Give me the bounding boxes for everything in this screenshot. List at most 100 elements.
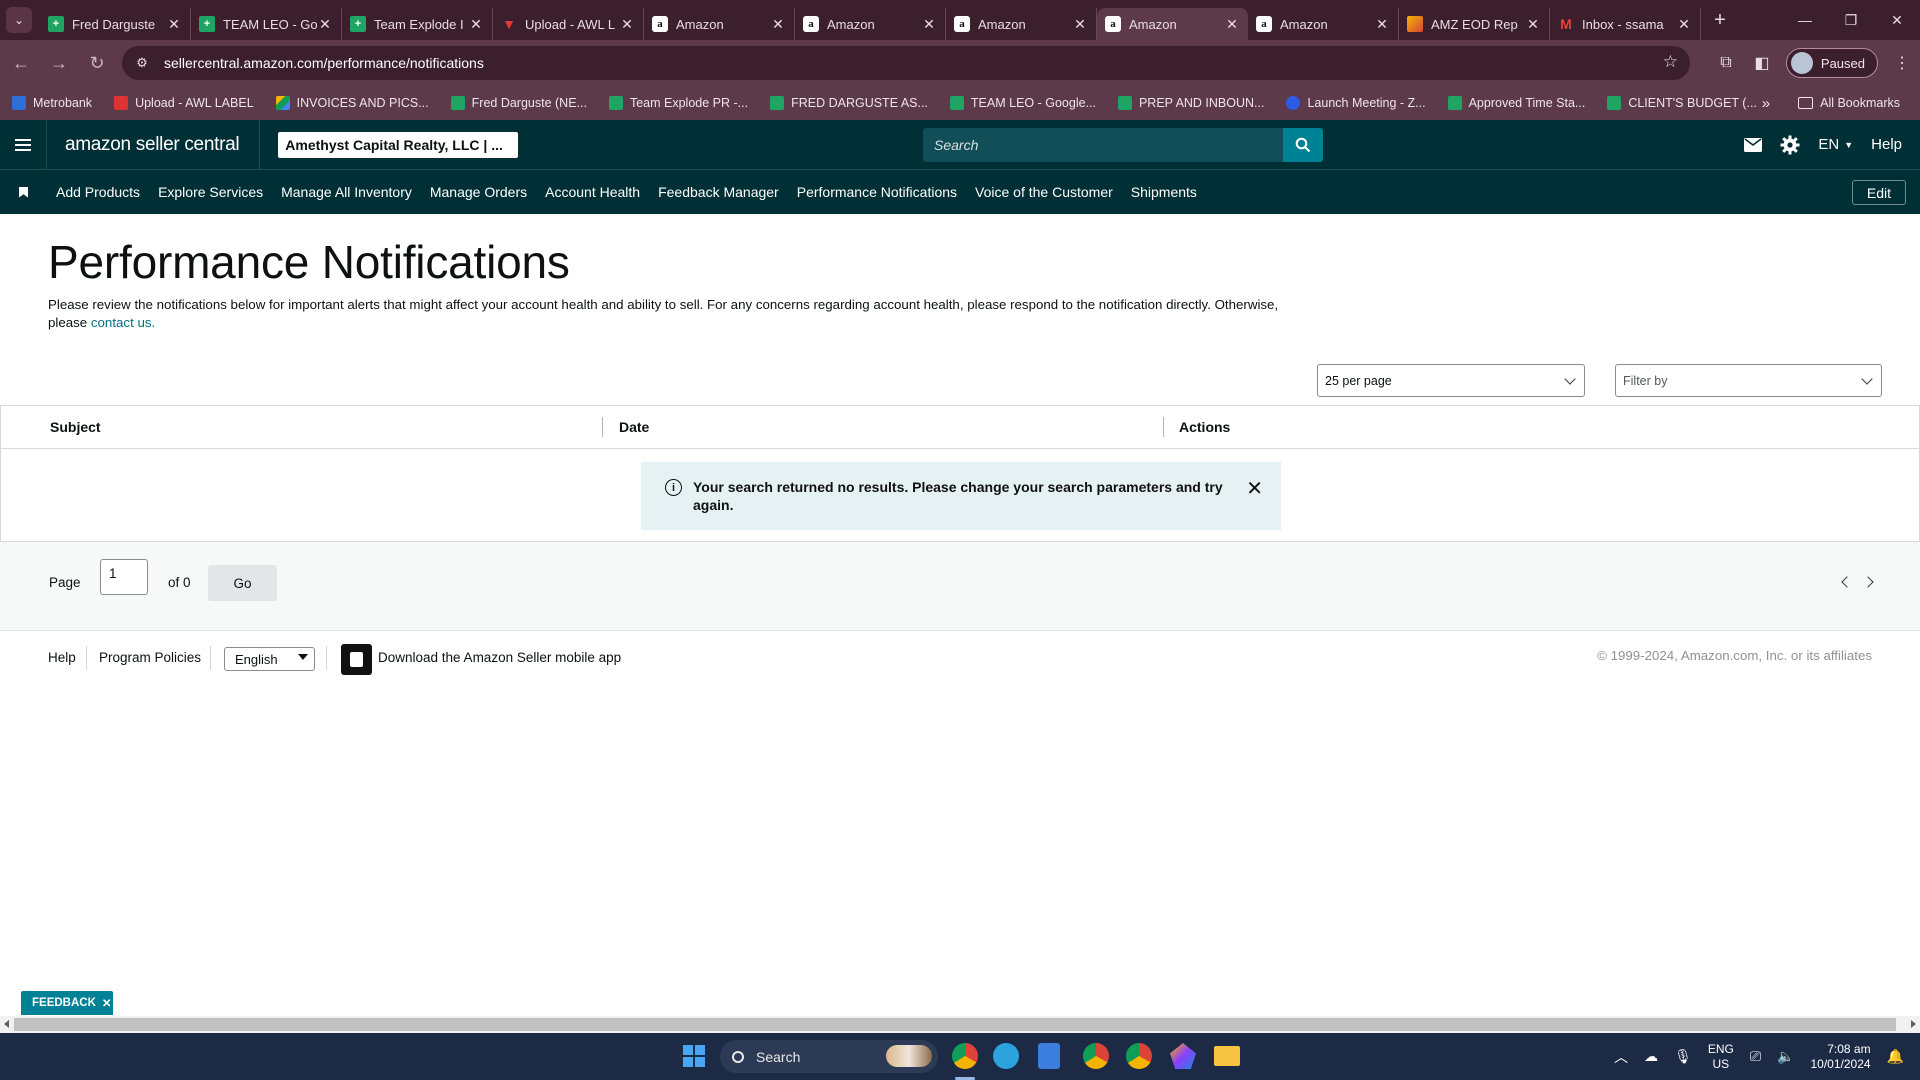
close-tab-icon[interactable]: ✕ bbox=[1676, 16, 1692, 33]
taskbar-search[interactable]: Search bbox=[720, 1040, 938, 1073]
browser-tab[interactable]: AMZ EOD Rep ✕ bbox=[1399, 8, 1550, 40]
account-switcher[interactable]: Amethyst Capital Realty, LLC | ... bbox=[278, 131, 519, 158]
hamburger-menu-icon[interactable] bbox=[0, 120, 46, 169]
bookmark-item[interactable]: Upload - AWL LABEL bbox=[114, 96, 254, 110]
nav-link[interactable]: Manage All Inventory bbox=[281, 184, 412, 200]
mail-icon[interactable] bbox=[1744, 137, 1763, 152]
bookmark-item[interactable]: CLIENT'S BUDGET (... bbox=[1607, 96, 1757, 110]
nav-link[interactable]: Performance Notifications bbox=[797, 184, 957, 200]
file-explorer-icon[interactable] bbox=[1214, 1046, 1240, 1066]
browser-tab[interactable]: a Amazon ✕ bbox=[644, 8, 795, 40]
browser-tab[interactable]: ▼ Upload - AWL L ✕ bbox=[493, 8, 644, 40]
bookmark-item[interactable]: Team Explode PR -... bbox=[608, 96, 748, 110]
chrome-icon[interactable] bbox=[952, 1043, 978, 1069]
volume-icon[interactable]: 🔈 bbox=[1777, 1048, 1794, 1065]
bookmark-item[interactable]: Approved Time Sta... bbox=[1447, 96, 1585, 110]
url-text[interactable]: sellercentral.amazon.com/performance/not… bbox=[164, 55, 484, 71]
chrome-icon[interactable] bbox=[1083, 1043, 1109, 1069]
download-app-link[interactable]: Download the Amazon Seller mobile app bbox=[378, 650, 621, 665]
minimize-icon[interactable]: — bbox=[1782, 0, 1828, 40]
search-button[interactable] bbox=[1283, 128, 1323, 162]
close-tab-icon[interactable]: ✕ bbox=[317, 16, 333, 33]
clock[interactable]: 7:08 am 10/01/2024 bbox=[1811, 1042, 1871, 1072]
windows-start-icon[interactable] bbox=[683, 1045, 705, 1067]
bookmark-item[interactable]: TEAM LEO - Google... bbox=[949, 96, 1096, 110]
nav-link[interactable]: Account Health bbox=[545, 184, 640, 200]
settings-gear-icon[interactable] bbox=[1780, 135, 1800, 155]
nav-link[interactable]: Manage Orders bbox=[430, 184, 527, 200]
close-tab-icon[interactable]: ✕ bbox=[166, 16, 182, 33]
notifications-icon[interactable]: 🔔 bbox=[1887, 1048, 1904, 1065]
extensions-icon[interactable]: ⧉ bbox=[1708, 45, 1744, 81]
cloud-offline-icon[interactable]: ☁ bbox=[1644, 1048, 1658, 1065]
search-input[interactable]: Search bbox=[923, 128, 1283, 162]
new-tab-button[interactable]: + bbox=[1705, 5, 1735, 35]
bookmark-item[interactable]: Fred Darguste (NE... bbox=[450, 96, 587, 110]
more-menu-icon[interactable]: ⋮ bbox=[1884, 45, 1920, 81]
profile-button[interactable]: Paused bbox=[1785, 48, 1878, 78]
nav-link[interactable]: Add Products bbox=[56, 184, 140, 200]
nav-link[interactable]: Shipments bbox=[1131, 184, 1197, 200]
scrollbar-thumb[interactable] bbox=[14, 1018, 1896, 1031]
close-tab-icon[interactable]: ✕ bbox=[1374, 16, 1390, 33]
close-icon[interactable]: ✕ bbox=[1246, 476, 1263, 501]
amazon-seller-central-logo[interactable]: amazon seller central bbox=[65, 134, 240, 156]
close-tab-icon[interactable]: ✕ bbox=[468, 16, 484, 33]
footer-help-link[interactable]: Help bbox=[48, 650, 76, 665]
notepad-icon[interactable] bbox=[1038, 1043, 1060, 1069]
all-bookmarks-link[interactable]: All Bookmarks bbox=[1820, 96, 1900, 110]
forward-icon[interactable]: → bbox=[42, 46, 76, 80]
microphone-icon[interactable]: 🎙 bbox=[1674, 1048, 1692, 1065]
reload-icon[interactable]: ↻ bbox=[80, 46, 114, 80]
amazon-app-icon[interactable] bbox=[341, 644, 372, 675]
bookmark-item[interactable]: INVOICES AND PICS... bbox=[275, 96, 429, 110]
footer-language-select[interactable]: English bbox=[224, 647, 315, 671]
nav-link[interactable]: Explore Services bbox=[158, 184, 263, 200]
browser-tab[interactable]: + TEAM LEO - Go ✕ bbox=[191, 8, 342, 40]
close-tab-icon[interactable]: ✕ bbox=[1525, 16, 1541, 33]
bookmark-item[interactable]: Metrobank bbox=[12, 96, 92, 110]
feedback-button[interactable]: FEEDBACK ✕ bbox=[21, 991, 113, 1015]
more-bookmarks-icon[interactable]: » bbox=[1762, 95, 1770, 112]
chevron-right-icon[interactable] bbox=[1862, 576, 1874, 588]
browser-tab[interactable]: + Team Explode I ✕ bbox=[342, 8, 493, 40]
browser-tab[interactable]: + Fred Darguste ✕ bbox=[40, 8, 191, 40]
browser-tab[interactable]: a Amazon ✕ bbox=[946, 8, 1097, 40]
bookmark-item[interactable]: Launch Meeting - Z... bbox=[1286, 96, 1426, 110]
close-tab-icon[interactable]: ✕ bbox=[1224, 16, 1240, 33]
language-selector[interactable]: EN ▼ bbox=[1818, 136, 1853, 153]
tab-search-button[interactable]: ⌄ bbox=[6, 7, 32, 33]
contact-us-link[interactable]: contact us. bbox=[91, 315, 155, 330]
page-number-input[interactable]: 1 bbox=[100, 559, 148, 595]
chevron-left-icon[interactable] bbox=[1841, 576, 1853, 588]
telegram-icon[interactable] bbox=[993, 1043, 1019, 1069]
app-icon[interactable] bbox=[1170, 1043, 1196, 1069]
browser-tab[interactable]: a Amazon ✕ bbox=[1248, 8, 1399, 40]
back-icon[interactable]: ← bbox=[4, 46, 38, 80]
edit-nav-button[interactable]: Edit bbox=[1851, 180, 1906, 205]
horizontal-scrollbar[interactable] bbox=[0, 1016, 1920, 1033]
network-icon[interactable]: ⎚ bbox=[1750, 1048, 1761, 1065]
go-button[interactable]: Go bbox=[208, 565, 277, 601]
close-tab-icon[interactable]: ✕ bbox=[619, 16, 635, 33]
address-bar[interactable]: ⚙ sellercentral.amazon.com/performance/n… bbox=[122, 46, 1690, 80]
chrome-icon[interactable] bbox=[1126, 1043, 1152, 1069]
side-panel-icon[interactable]: ◧ bbox=[1744, 45, 1780, 81]
close-tab-icon[interactable]: ✕ bbox=[1072, 16, 1088, 33]
program-policies-link[interactable]: Program Policies bbox=[99, 650, 201, 665]
bookmark-icon[interactable] bbox=[19, 186, 28, 198]
browser-tab[interactable]: a Amazon ✕ bbox=[795, 8, 946, 40]
close-icon[interactable]: ✕ bbox=[102, 996, 112, 1010]
input-language[interactable]: ENG US bbox=[1708, 1042, 1734, 1072]
scroll-right-icon[interactable] bbox=[1911, 1020, 1916, 1028]
restore-icon[interactable]: ❐ bbox=[1828, 0, 1874, 40]
help-link[interactable]: Help bbox=[1871, 136, 1902, 153]
bookmark-item[interactable]: FRED DARGUSTE AS... bbox=[770, 96, 928, 110]
column-header-date[interactable]: Date bbox=[619, 419, 649, 435]
nav-link[interactable]: Feedback Manager bbox=[658, 184, 779, 200]
show-hidden-icons-icon[interactable]: ︿ bbox=[1614, 1047, 1628, 1067]
filter-select[interactable]: Filter by bbox=[1615, 364, 1882, 397]
site-info-icon[interactable]: ⚙ bbox=[130, 51, 154, 75]
close-tab-icon[interactable]: ✕ bbox=[770, 16, 786, 33]
bookmark-star-icon[interactable]: ☆ bbox=[1663, 52, 1678, 72]
